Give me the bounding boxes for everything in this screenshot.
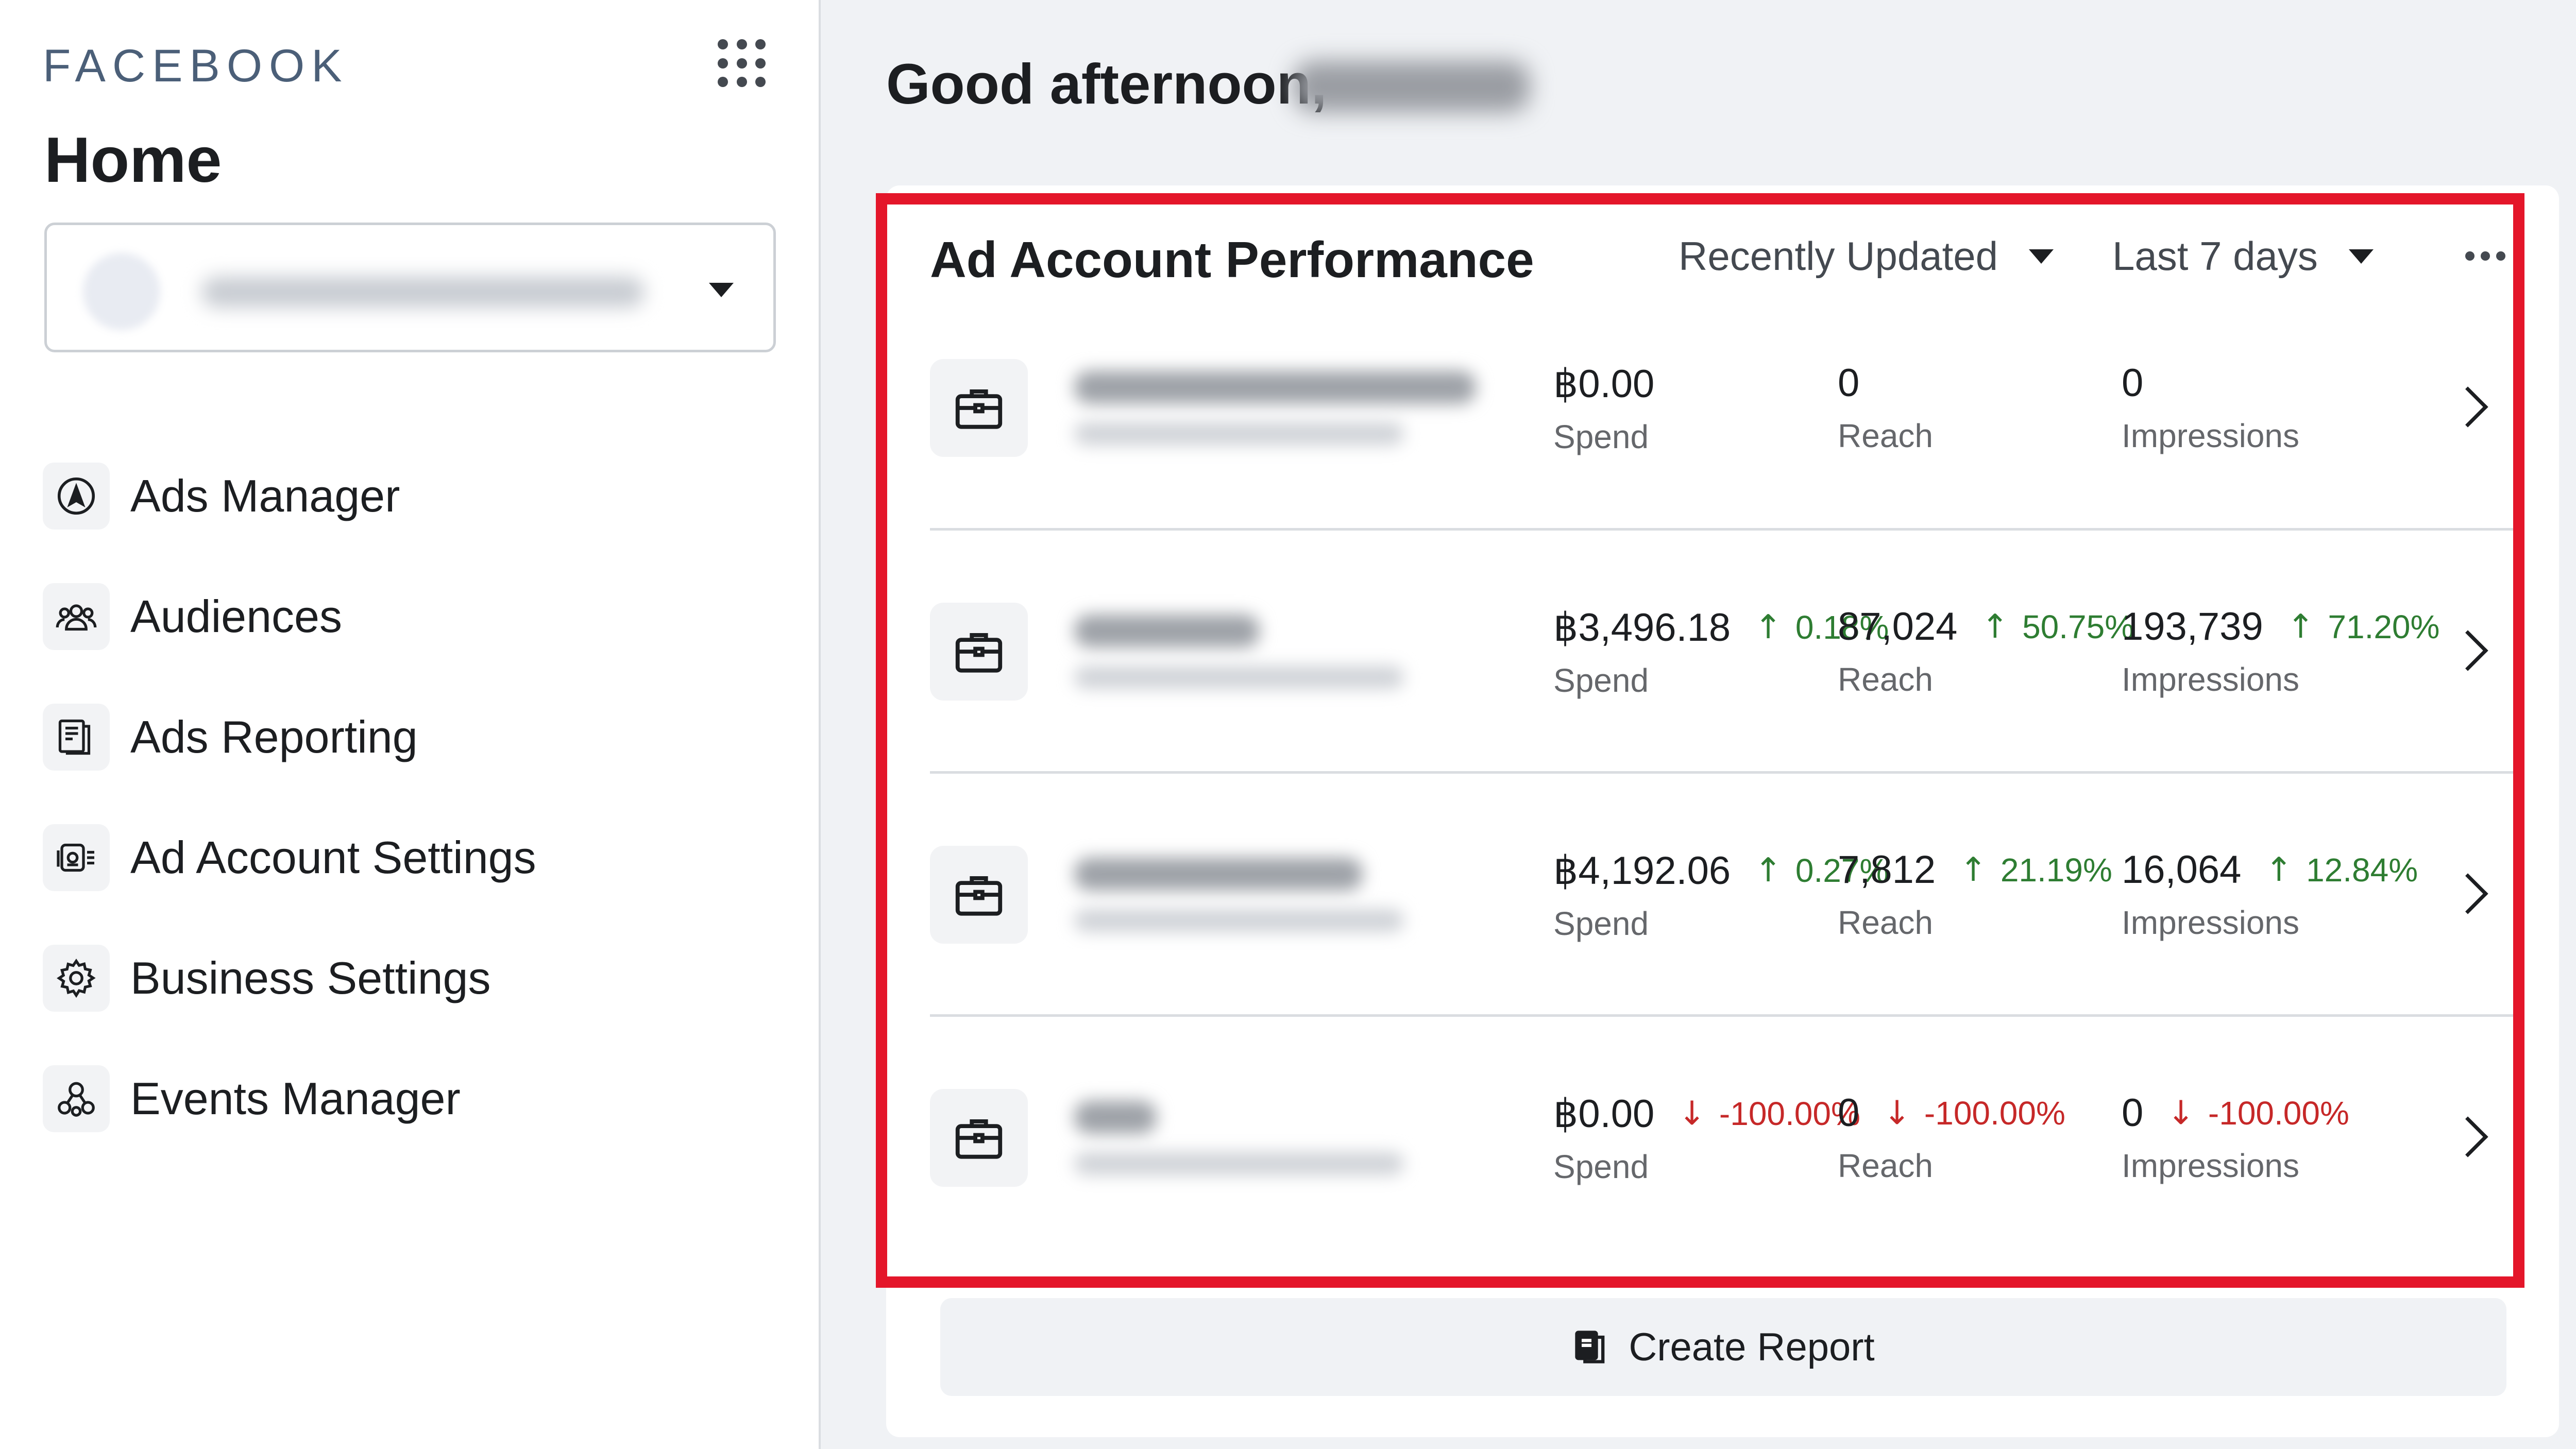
sidebar-item-business-settings[interactable]: Business Settings [43, 945, 536, 1065]
facebook-brand-logo[interactable]: FACEBOOK [43, 39, 349, 92]
user-name-redacted [1293, 61, 1530, 112]
events-manager-icon [43, 1065, 110, 1132]
sidebar-item-label: Events Manager [130, 1073, 461, 1124]
sidebar-item-events-manager[interactable]: Events Manager [43, 1065, 536, 1186]
avatar [83, 253, 160, 330]
sidebar-item-label: Audiences [130, 591, 342, 642]
sidebar-item-ad-account-settings[interactable]: Ad Account Settings [43, 824, 536, 945]
sidebar-item-label: Ads Manager [130, 470, 400, 521]
ads-manager-icon [43, 463, 110, 530]
audiences-icon [43, 583, 110, 650]
create-report-label: Create Report [1629, 1325, 1875, 1369]
greeting: Good afternoon, [886, 53, 1327, 116]
sidebar-item-label: Business Settings [130, 952, 491, 1003]
account-name-redacted [201, 277, 645, 308]
ads-reporting-icon [43, 704, 110, 771]
apps-grid-icon[interactable] [718, 39, 767, 89]
create-report-button[interactable]: Create Report [940, 1298, 2506, 1396]
sidebar-item-ads-manager[interactable]: Ads Manager [43, 463, 536, 583]
sidebar-nav: Ads Manager Audiences Ads Reporting Ad A… [43, 463, 536, 1186]
caret-down-icon [709, 283, 734, 297]
business-account-dropdown[interactable] [44, 223, 776, 352]
page-title: Home [44, 125, 222, 196]
sidebar-item-label: Ads Reporting [130, 711, 418, 762]
gear-icon [43, 945, 110, 1012]
ad-account-settings-icon [43, 824, 110, 891]
sidebar-item-audiences[interactable]: Audiences [43, 583, 536, 704]
sidebar-item-ads-reporting[interactable]: Ads Reporting [43, 704, 536, 824]
highlight-box [876, 193, 2524, 1288]
report-icon [1575, 1331, 1605, 1363]
sidebar: FACEBOOK Home Ads Manager Audiences Ads … [0, 0, 821, 1449]
sidebar-item-label: Ad Account Settings [130, 832, 536, 883]
